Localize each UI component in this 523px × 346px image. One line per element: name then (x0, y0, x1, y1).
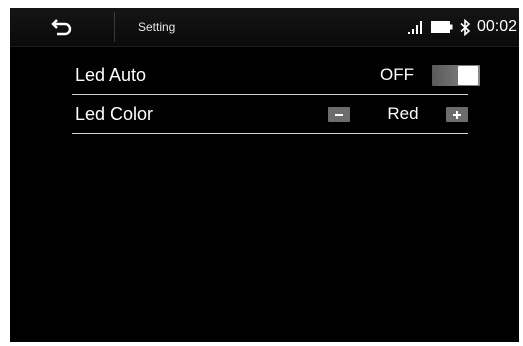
page-title: Setting (138, 20, 176, 34)
back-button[interactable] (10, 8, 114, 46)
signal-bars-icon (407, 21, 422, 34)
led-color-row: Led Color Red (72, 95, 468, 134)
led-color-increment-button[interactable] (446, 107, 468, 122)
led-color-label: Led Color (75, 104, 154, 124)
minus-icon (335, 113, 343, 116)
back-arrow-icon (51, 19, 72, 36)
status-icons: 00:02 (407, 8, 517, 46)
clock: 00:02 (476, 18, 517, 35)
led-auto-row: Led Auto OFF (72, 56, 480, 95)
led-color-decrement-button[interactable] (328, 107, 350, 122)
led-color-value: Red (387, 104, 419, 123)
status-bar: Setting 00:02 (10, 8, 519, 47)
led-auto-value: OFF (380, 65, 414, 84)
battery-icon (430, 21, 453, 33)
header-divider (114, 12, 115, 42)
bluetooth-icon (460, 18, 471, 36)
led-auto-label: Led Auto (75, 65, 147, 85)
settings-screen: Setting 00:02 Led Auto OFF Led Color Red (10, 8, 519, 342)
led-auto-toggle[interactable] (432, 65, 480, 86)
toggle-knob (458, 66, 478, 85)
plus-icon (453, 110, 461, 119)
